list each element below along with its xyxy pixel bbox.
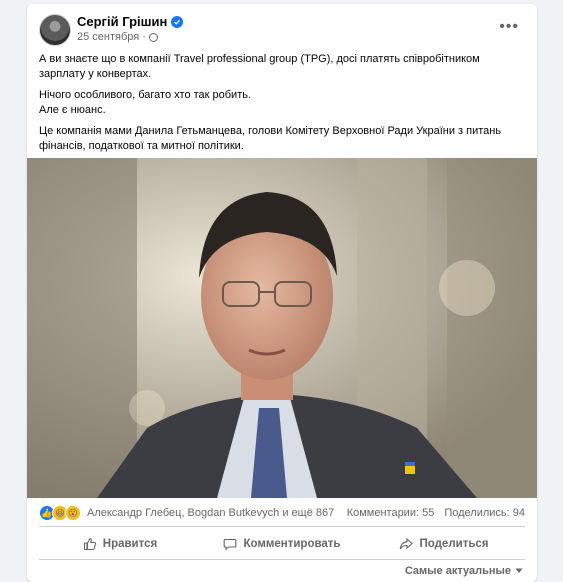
- author-line: Сергій Грішин: [77, 14, 184, 29]
- post-header: Сергій Грішин 25 сентября · •••: [39, 14, 525, 46]
- post-photo[interactable]: [27, 158, 537, 498]
- post-counts: Комментарии: 55 Поделились: 94: [347, 507, 525, 519]
- share-button[interactable]: Поделиться: [363, 531, 525, 557]
- thumbs-up-icon: [83, 537, 96, 551]
- post-paragraph: А ви знаєте що в компанії Travel profess…: [39, 53, 480, 80]
- reactions-bar: 👍 😆 😮 Александр Глебец, Bogdan Butkevych…: [39, 504, 525, 522]
- comment-icon: [224, 538, 237, 551]
- share-icon: [400, 537, 414, 550]
- wow-icon: 😮: [65, 505, 81, 521]
- reaction-names[interactable]: Александр Глебец, Bogdan Butkevych и ещё…: [87, 507, 334, 519]
- like-label: Нравится: [102, 538, 158, 550]
- like-button[interactable]: Нравится: [39, 531, 201, 557]
- post-paragraph: Це компанія мами Данила Гетьманцева, гол…: [39, 125, 502, 152]
- comment-label: Комментировать: [243, 538, 341, 550]
- post-meta: 25 сентября ·: [77, 31, 158, 43]
- chevron-down-icon: [515, 568, 523, 573]
- post-actions: Нравится Комментировать Поделиться: [39, 531, 525, 557]
- verified-badge-icon: [171, 15, 184, 28]
- author-name[interactable]: Сергій Грішин: [77, 14, 167, 29]
- post-card: Сергій Грішин 25 сентября · ••• А ви зна…: [27, 4, 537, 582]
- sort-label: Самые актуальные: [404, 565, 511, 577]
- portrait-image: [27, 158, 537, 498]
- post-text: А ви знаєте що в компанії Travel profess…: [39, 52, 525, 160]
- post-paragraph: Нічого особливого, багато хто так робить…: [39, 89, 252, 116]
- author-avatar[interactable]: [39, 14, 71, 46]
- reaction-icons[interactable]: 👍 😆 😮: [39, 505, 81, 521]
- divider: [39, 526, 525, 527]
- comment-button[interactable]: Комментировать: [201, 531, 363, 557]
- comments-count[interactable]: Комментарии: 55: [347, 507, 435, 519]
- share-label: Поделиться: [419, 538, 489, 550]
- post-date[interactable]: 25 сентября: [77, 31, 139, 43]
- globe-icon: [148, 32, 158, 42]
- more-options-icon[interactable]: •••: [499, 18, 519, 36]
- shares-count[interactable]: Поделились: 94: [444, 507, 525, 519]
- divider: [39, 559, 525, 560]
- comment-sort-dropdown[interactable]: Самые актуальные: [405, 565, 523, 577]
